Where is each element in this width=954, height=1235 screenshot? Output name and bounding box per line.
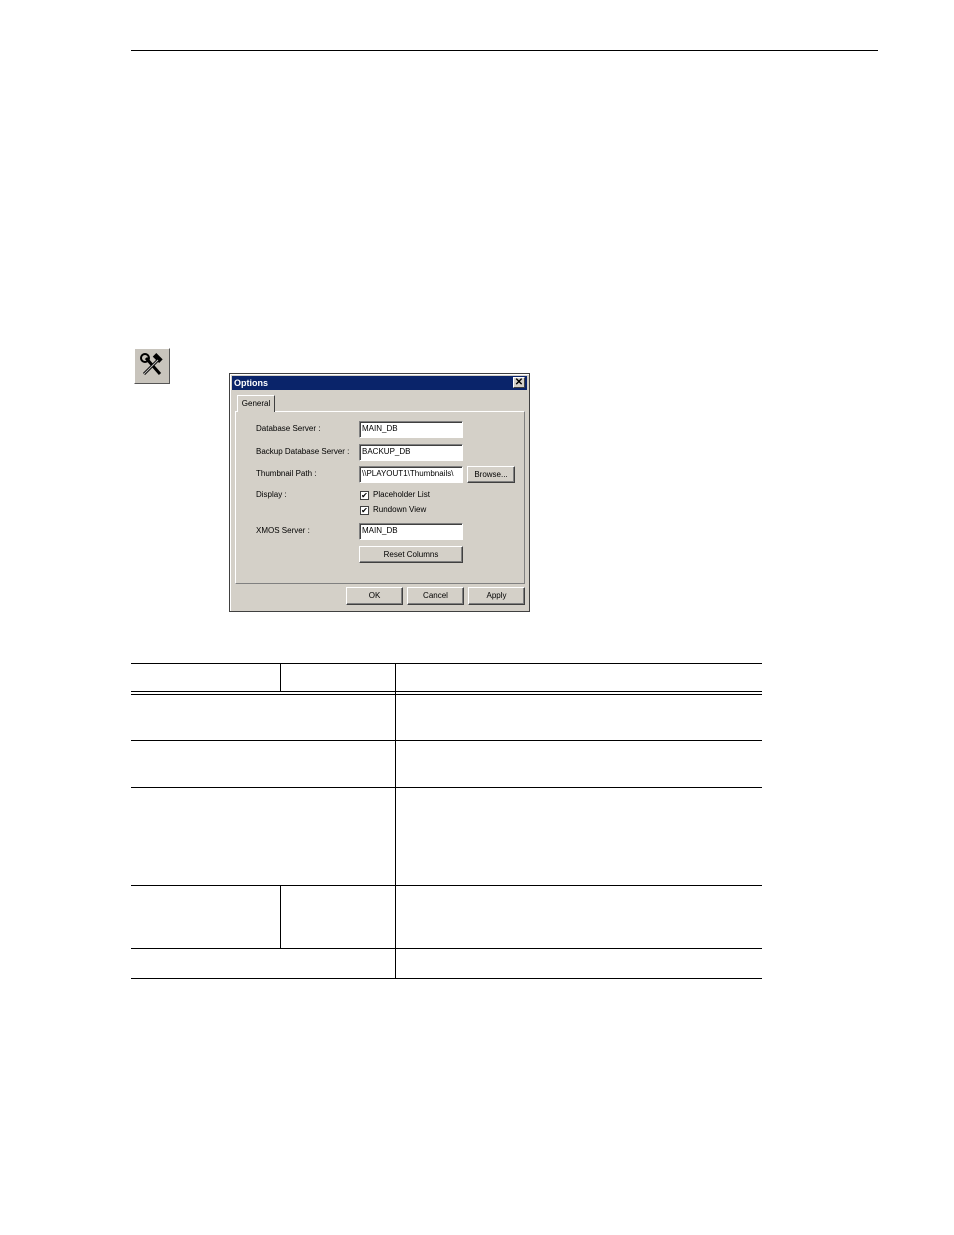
dialog-title: Options xyxy=(234,378,268,388)
ok-button[interactable]: OK xyxy=(346,587,403,605)
thumbnail-path-field[interactable]: \\PLAYOUT1\Thumbnails\ xyxy=(359,466,463,483)
reset-columns-button[interactable]: Reset Columns xyxy=(359,546,463,563)
thumbnail-path-label: Thumbnail Path : xyxy=(256,469,317,478)
table-col-divider xyxy=(395,663,396,979)
backup-server-label: Backup Database Server : xyxy=(256,447,350,456)
tools-icon xyxy=(140,353,163,376)
xmos-server-label: XMOS Server : xyxy=(256,526,310,535)
apply-button[interactable]: Apply xyxy=(468,587,525,605)
table-top-rule xyxy=(131,663,762,664)
table-row-rule xyxy=(131,787,762,788)
placeholder-list-checkbox[interactable]: ✔ xyxy=(360,491,369,500)
table-col-divider xyxy=(280,663,281,691)
database-server-label: Database Server : xyxy=(256,424,321,433)
table-col-divider xyxy=(280,885,281,949)
xmos-server-field[interactable]: MAIN_DB xyxy=(359,523,463,540)
options-dialog: Options ✕ General Database Server : MAIN… xyxy=(229,373,530,612)
placeholder-list-label: Placeholder List xyxy=(373,490,430,499)
table-row-rule xyxy=(131,948,762,949)
browse-button[interactable]: Browse... xyxy=(467,466,515,483)
tab-general[interactable]: General xyxy=(237,395,275,412)
table-row-rule xyxy=(131,740,762,741)
table-header-rule-2 xyxy=(131,694,762,695)
table-row-rule xyxy=(131,885,762,886)
database-server-field[interactable]: MAIN_DB xyxy=(359,421,463,438)
rundown-view-checkbox[interactable]: ✔ xyxy=(360,506,369,515)
top-rule xyxy=(131,50,878,51)
close-button[interactable]: ✕ xyxy=(513,377,525,388)
cancel-button[interactable]: Cancel xyxy=(407,587,464,605)
dialog-titlebar: Options ✕ xyxy=(232,376,527,390)
rundown-view-label: Rundown View xyxy=(373,505,427,514)
backup-server-field[interactable]: BACKUP_DB xyxy=(359,444,463,461)
display-label: Display : xyxy=(256,490,287,499)
table-bottom-rule xyxy=(131,978,762,979)
options-tool-button[interactable] xyxy=(134,348,170,384)
table-header-rule xyxy=(131,691,762,692)
